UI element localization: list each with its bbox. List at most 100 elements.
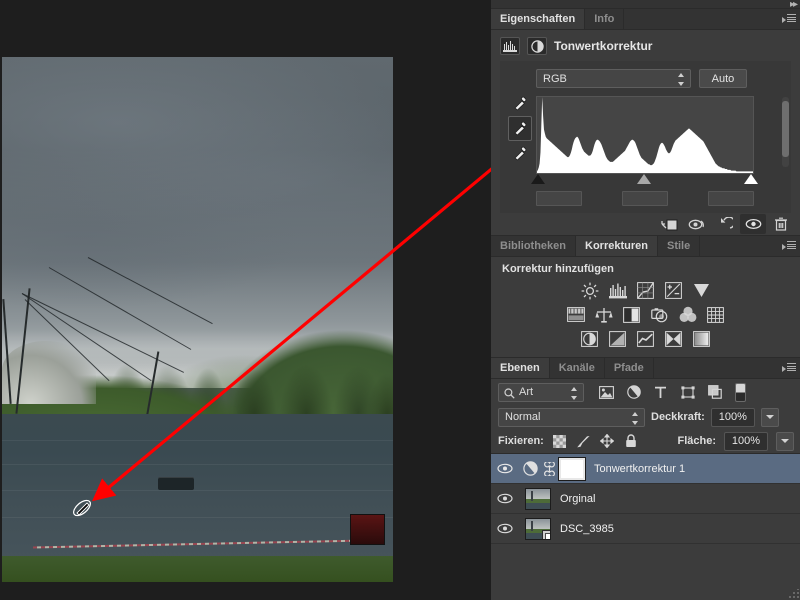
delete-trash-icon[interactable] [768,214,794,234]
table-row[interactable]: Orginal [491,484,800,514]
histogram-area [531,96,758,186]
vibrance-icon[interactable] [692,281,711,300]
tab-bibliotheken[interactable]: Bibliotheken [491,236,577,256]
smart-object-badge-icon [542,529,550,539]
opacity-label: Deckkraft: [651,411,705,423]
channel-select[interactable]: RGB [536,69,691,88]
chevron-updown-icon [678,73,685,86]
layer-thumbnail[interactable] [525,487,551,510]
tab-label: Eigenschaften [500,13,576,25]
filter-enable-toggle[interactable] [735,382,746,402]
levels-input-slider[interactable] [531,174,758,186]
auto-button[interactable]: Auto [699,69,747,88]
lock-row: Fixieren: Fläche: 100% [491,429,800,453]
pixel-layer-filter-icon[interactable] [598,384,615,401]
adjustment-icon-row [580,329,711,348]
lock-image-pixels-icon[interactable] [576,434,591,449]
mask-link-icon[interactable] [541,461,557,476]
set-gray-point-eyedropper[interactable] [508,116,532,141]
opacity-value[interactable]: 100% [710,407,755,427]
adjustment-layer-filter-icon[interactable] [625,384,642,401]
table-row[interactable]: Tonwertkorrektur 1 [491,454,800,484]
tab-label: Pfade [613,362,644,374]
fill-dropdown-button[interactable] [776,431,794,451]
color-balance-icon[interactable] [594,305,613,324]
properties-panel-menu-button[interactable] [778,9,800,29]
exposure-icon[interactable] [664,281,683,300]
selective-color-icon[interactable] [692,329,711,348]
document-canvas[interactable] [0,0,491,600]
color-lookup-icon[interactable] [706,305,725,324]
properties-title: Tonwertkorrektur [554,39,653,53]
blend-mode-select[interactable]: Normal [498,407,645,427]
channel-mixer-icon[interactable] [678,305,697,324]
invert-icon[interactable] [580,329,599,348]
gradient-map-icon[interactable] [664,329,683,348]
tab-eigenschaften[interactable]: Eigenschaften [491,9,586,29]
layers-panel-menu-button[interactable] [778,358,800,378]
preview-toggle-icon[interactable] [684,214,710,234]
threshold-icon[interactable] [636,329,655,348]
white-point-handle[interactable] [744,174,758,184]
tab-info[interactable]: Info [585,9,625,29]
resize-grip[interactable] [789,589,799,599]
chevron-down-icon [765,415,774,419]
reset-icon[interactable] [712,214,738,234]
visibility-eye-icon[interactable] [740,214,766,234]
shape-layer-filter-icon[interactable] [679,384,696,401]
input-level-fields [536,191,754,207]
layer-kind-select[interactable]: Art [498,382,584,402]
layer-list-empty-space [491,544,800,570]
blend-mode-value: Normal [505,411,541,423]
black-white-icon[interactable] [622,305,641,324]
layer-thumbnail[interactable] [525,517,551,540]
lock-transparency-icon[interactable] [552,434,567,449]
black-point-handle[interactable] [531,174,545,184]
adjustment-icon-row [580,281,711,300]
photo-image[interactable] [2,57,393,582]
smart-object-filter-icon[interactable] [706,384,723,401]
layer-mask-thumbnail[interactable] [558,456,586,481]
layer-visibility-toggle[interactable] [491,523,519,534]
type-layer-filter-icon[interactable] [652,384,669,401]
lock-all-icon[interactable] [624,434,639,449]
hue-saturation-icon[interactable] [566,305,585,324]
tab-ebenen[interactable]: Ebenen [491,358,550,378]
histogram-plot [537,97,753,173]
set-black-point-eyedropper[interactable] [508,91,532,116]
fill-value[interactable]: 100% [724,431,768,451]
photo-filter-icon[interactable] [650,305,669,324]
layer-list: Tonwertkorrektur 1 Orginal DSC_3985 [491,453,800,570]
black-input-field[interactable] [536,191,582,206]
curves-icon[interactable] [636,281,655,300]
adjustments-panel-menu-button[interactable] [778,236,800,256]
levels-icon[interactable] [608,281,627,300]
layer-type-filters [598,384,723,401]
tab-korrekturen[interactable]: Korrekturen [576,236,658,256]
panel-dock: ▸▸ Eigenschaften Info Tonwertkorrektur R… [491,0,800,600]
layer-visibility-toggle[interactable] [491,493,519,504]
set-white-point-eyedropper[interactable] [508,141,532,166]
tab-stile[interactable]: Stile [657,236,701,256]
layer-name: Orginal [560,492,596,505]
tab-pfade[interactable]: Pfade [604,358,654,378]
white-input-field[interactable] [708,191,754,206]
gamma-input-field[interactable] [622,191,668,206]
lock-icons [552,434,639,449]
table-row[interactable]: DSC_3985 [491,514,800,544]
lock-position-icon[interactable] [600,434,615,449]
red-structure [350,513,386,546]
tab-kanaele[interactable]: Kanäle [549,358,605,378]
layer-name: Tonwertkorrektur 1 [594,462,686,475]
clip-to-layer-icon[interactable] [656,214,682,234]
tab-label: Kanäle [558,362,595,374]
blend-mode-row: Normal Deckkraft: 100% [491,405,800,429]
properties-scrollbar[interactable] [782,97,789,167]
near-shore [2,555,393,582]
opacity-dropdown-button[interactable] [760,407,779,427]
gray-point-handle[interactable] [637,174,651,184]
posterize-icon[interactable] [608,329,627,348]
brightness-contrast-icon[interactable] [580,281,599,300]
histogram [536,96,754,174]
layer-visibility-toggle[interactable] [491,463,519,474]
